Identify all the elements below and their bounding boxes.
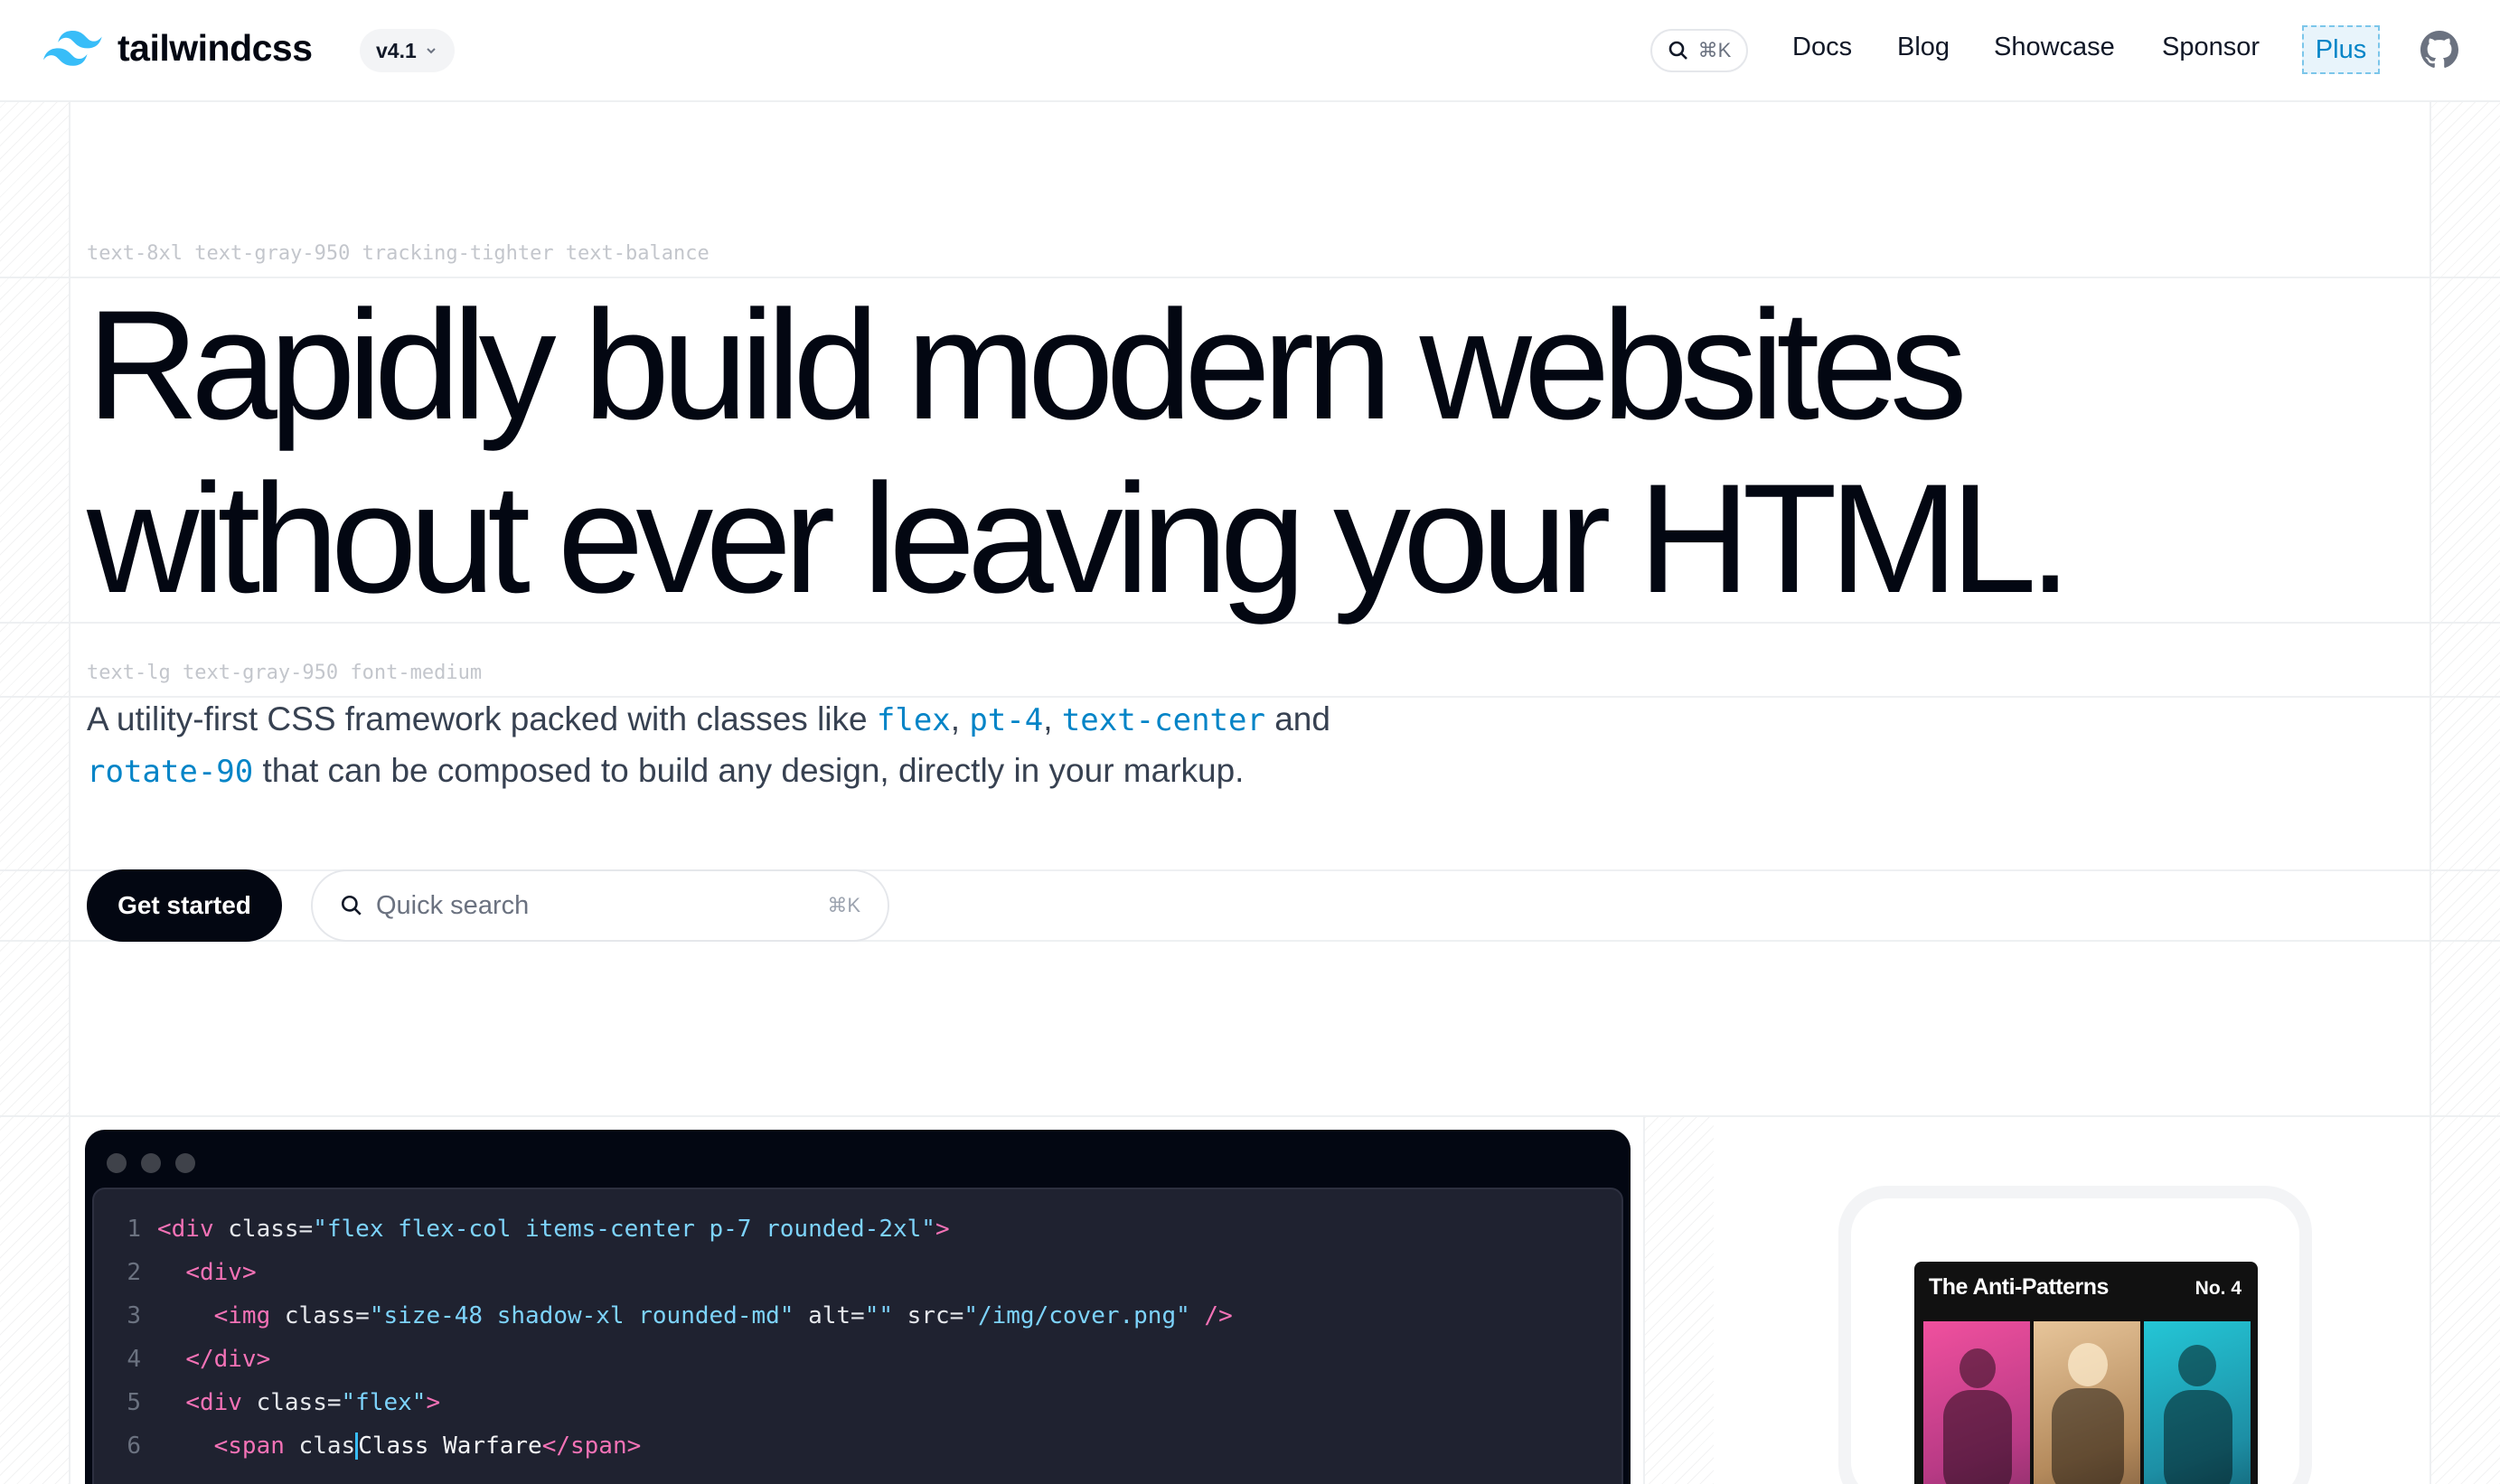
search-shortcut: ⌘K <box>1697 39 1732 61</box>
nav-sponsor[interactable]: Sponsor <box>2162 33 2260 62</box>
lede-text: and <box>1264 700 1330 737</box>
search-icon <box>341 895 362 916</box>
code-attr: src= <box>893 1302 964 1329</box>
quick-search-input[interactable]: Quick search ⌘K <box>311 869 889 942</box>
code-string: "flex flex-col items-center p-7 rounded-… <box>313 1216 935 1243</box>
album-cover: The Anti-Patterns No. 4 <box>1914 1262 2258 1484</box>
code-tag: > <box>241 1259 257 1286</box>
headline-line-1: Rapidly build modern websites <box>87 278 1968 452</box>
headline-line-2: without ever leaving your HTML. <box>87 452 2072 625</box>
line-number: 1 <box>127 1216 141 1243</box>
cover-title: The Anti-Patterns <box>1929 1274 2109 1300</box>
code-tag: </div <box>185 1346 257 1373</box>
line-number: 2 <box>127 1259 141 1286</box>
cover-photo-panel <box>2144 1321 2251 1484</box>
code-tag: <span <box>213 1432 285 1460</box>
lede-text: , <box>950 700 970 737</box>
brand-name: tailwindcss <box>117 27 313 69</box>
code-line: 2 <div > <box>94 1251 1621 1294</box>
code-attr: class= <box>213 1216 314 1243</box>
code-tag: <div <box>185 1259 242 1286</box>
page: tailwindcss v4.1 ⌘K Docs Blog Showcase S… <box>0 0 2500 1484</box>
search-placeholder: Quick search <box>376 890 530 920</box>
nav-plus[interactable]: Plus <box>2302 25 2380 74</box>
class-keyword: rotate-90 <box>87 754 254 790</box>
line-number: 4 <box>127 1346 141 1373</box>
code-tag: /> <box>1189 1302 1233 1329</box>
code-attr: class= <box>270 1302 370 1329</box>
version-dropdown[interactable]: v4.1 <box>360 29 455 72</box>
line-number: 3 <box>127 1302 141 1329</box>
code-tag: > <box>935 1216 950 1243</box>
class-keyword: flex <box>876 702 951 738</box>
code-string: "flex" <box>341 1389 427 1416</box>
code-attr: clas <box>284 1432 356 1460</box>
nav-docs[interactable]: Docs <box>1792 33 1852 62</box>
code-attr: class= <box>241 1389 342 1416</box>
github-icon <box>2420 31 2458 68</box>
search-shortcut: ⌘K <box>827 894 860 916</box>
left-gutter <box>0 102 70 1484</box>
code-tag: <div <box>185 1389 242 1416</box>
window-controls <box>107 1153 195 1173</box>
code-line: 5 <div class= "flex" > <box>94 1381 1621 1424</box>
code-line: 6 <span clas Class Warfare </span > <box>94 1424 1621 1468</box>
lede-text: A utility-first CSS framework packed wit… <box>87 700 877 737</box>
preview-device: The Anti-Patterns No. 4 <box>1838 1186 2312 1484</box>
code-editor-window: 1 <div class= "flex flex-col items-center … <box>85 1130 1631 1484</box>
line-number: 6 <box>127 1432 141 1460</box>
lede-text: , <box>1043 700 1062 737</box>
page-title: Rapidly build modern websites without ev… <box>87 278 2072 625</box>
window-dot <box>107 1153 127 1173</box>
code-tag: <div <box>157 1216 214 1243</box>
code-line: 3 <img class= "size-48 shadow-xl rounded-… <box>94 1294 1621 1338</box>
github-link[interactable] <box>2420 31 2458 73</box>
tailwind-logo-icon <box>43 30 102 66</box>
code-attr: alt= <box>794 1302 865 1329</box>
guide-line <box>0 1115 2500 1117</box>
right-gutter <box>2430 102 2500 1484</box>
class-keyword: text-center <box>1061 702 1265 738</box>
site-header: tailwindcss v4.1 ⌘K Docs Blog Showcase S… <box>0 0 2500 102</box>
code-tag: <img <box>213 1302 271 1329</box>
code-string: "" <box>864 1302 894 1329</box>
cover-photo-panel <box>2034 1321 2140 1484</box>
cover-number: No. 4 <box>2195 1278 2242 1299</box>
lede-text: that can be composed to build any design… <box>253 752 1245 789</box>
class-keyword: pt-4 <box>969 702 1044 738</box>
line-number: 5 <box>127 1389 141 1416</box>
version-label: v4.1 <box>376 38 417 62</box>
code-line: 4 </div > <box>94 1338 1621 1381</box>
code-string: "/img/cover.png" <box>963 1302 1190 1329</box>
hero-lede: A utility-first CSS framework packed wit… <box>87 694 1443 797</box>
header-search-button[interactable]: ⌘K <box>1650 29 1748 72</box>
code-tag: </span <box>541 1432 627 1460</box>
search-icon <box>1668 41 1687 60</box>
code-line: 1 <div class= "flex flex-col items-center … <box>94 1207 1621 1251</box>
code-string: "size-48 shadow-xl rounded-md" <box>369 1302 794 1329</box>
nav-showcase[interactable]: Showcase <box>1994 33 2115 62</box>
code-tag: > <box>256 1346 271 1373</box>
code-tag: > <box>426 1389 441 1416</box>
code-text: Class Warfare <box>358 1432 542 1460</box>
preview-gutter <box>1643 1116 1714 1484</box>
cover-photo-panel <box>1923 1321 2030 1484</box>
window-dot <box>141 1153 161 1173</box>
code-body[interactable]: 1 <div class= "flex flex-col items-center … <box>92 1188 1623 1484</box>
code-tag: > <box>626 1432 642 1460</box>
lede-class-label: text-lg text-gray-950 font-medium <box>87 662 483 684</box>
preview-screen: The Anti-Patterns No. 4 <box>1851 1198 2299 1484</box>
headline-class-label: text-8xl text-gray-950 tracking-tighter … <box>87 242 710 265</box>
chevron-down-icon <box>427 48 436 54</box>
window-dot <box>175 1153 195 1173</box>
home-logo-link[interactable]: tailwindcss <box>43 27 313 70</box>
get-started-button[interactable]: Get started <box>87 869 282 942</box>
nav-blog[interactable]: Blog <box>1897 33 1950 62</box>
